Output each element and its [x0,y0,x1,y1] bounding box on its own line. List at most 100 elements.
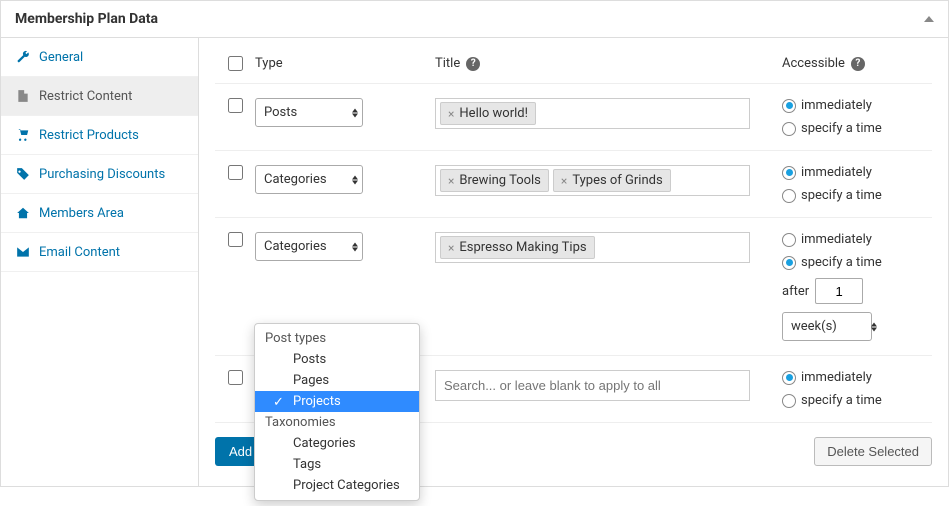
type-select[interactable]: Categories [255,232,363,261]
type-select[interactable]: Categories [255,165,363,194]
title-token-input[interactable] [435,370,750,401]
remove-token-icon[interactable]: × [448,174,454,188]
row-checkbox[interactable] [228,98,243,113]
title-token-input[interactable]: × Brewing Tools × Types of Grinds [435,165,750,196]
sidebar: General Restrict Content Restrict Produc… [1,38,199,486]
type-select-value: Categories [264,239,327,254]
cart-icon [15,127,31,143]
radio-label: specify a time [801,393,882,408]
type-select[interactable]: Posts [255,98,363,127]
rule-row: Posts ×Hello world! immediately specify … [215,84,932,151]
home-icon [15,205,31,221]
dropdown-option-posts[interactable]: Posts [255,349,419,370]
access-options: immediately specify a time [782,370,882,408]
token[interactable]: × Types of Grinds [553,169,671,192]
radio-label: specify a time [801,188,882,203]
radio-specify[interactable]: specify a time [782,255,882,270]
wrench-icon [15,49,31,65]
dropdown-option-project-categories[interactable]: Project Categories [255,475,419,496]
unit-select[interactable]: week(s) [782,312,882,341]
unit-select-value: week(s) [791,319,837,334]
title-token-input[interactable]: ×Hello world! [435,98,750,129]
radio-label: immediately [801,370,872,385]
radio-label: immediately [801,165,872,180]
header-title: Title ? [435,56,782,71]
radio-specify[interactable]: specify a time [782,393,882,408]
access-options: immediately specify a time [782,165,882,203]
remove-token-icon[interactable]: × [561,174,567,188]
radio-icon [782,256,796,270]
rule-row: Categories × Brewing Tools × Types of Grin… [215,151,932,218]
check-icon: ✓ [273,395,284,410]
mail-icon [15,244,31,260]
dropdown-group-label: Taxonomies [255,412,419,433]
sidebar-item-purchasing-discounts[interactable]: Purchasing Discounts [1,155,198,194]
sidebar-item-label: Purchasing Discounts [39,167,165,182]
radio-label: specify a time [801,121,882,136]
token-label: Types of Grinds [572,173,662,188]
collapse-toggle-icon[interactable] [924,16,934,22]
radio-icon [782,189,796,203]
caret-icon [352,175,358,184]
token-label: Brewing Tools [459,173,541,188]
radio-immediately[interactable]: immediately [782,370,882,385]
radio-icon [782,99,796,113]
header-accessible-label: Accessible [782,56,845,71]
row-checkbox[interactable] [228,370,243,385]
radio-immediately[interactable]: immediately [782,232,882,247]
type-select-value: Posts [264,105,297,120]
sidebar-item-members-area[interactable]: Members Area [1,194,198,233]
dropdown-option-label: Projects [293,394,341,409]
delete-selected-button[interactable]: Delete Selected [814,437,932,466]
type-dropdown[interactable]: Post types Posts Pages ✓ Projects Taxonom… [254,323,420,501]
token[interactable]: × Espresso Making Tips [440,236,595,259]
radio-specify[interactable]: specify a time [782,121,882,136]
radio-icon [782,394,796,408]
radio-label: immediately [801,232,872,247]
token[interactable]: ×Hello world! [440,102,536,125]
panel-title: Membership Plan Data [15,11,158,27]
help-icon[interactable]: ? [466,57,480,71]
table-header-row: Type Title ? Accessible ? [215,52,932,84]
remove-token-icon[interactable]: × [448,241,454,255]
select-all-checkbox[interactable] [228,56,243,71]
radio-immediately[interactable]: immediately [782,98,882,113]
token-label: Espresso Making Tips [459,240,586,255]
sidebar-item-email-content[interactable]: Email Content [1,233,198,272]
remove-token-icon[interactable]: × [448,107,454,121]
radio-icon [782,122,796,136]
sidebar-item-restrict-content[interactable]: Restrict Content [1,77,198,116]
radio-label: immediately [801,98,872,113]
row-checkbox[interactable] [228,232,243,247]
dropdown-option-pages[interactable]: Pages [255,370,419,391]
sidebar-item-label: Email Content [39,245,120,260]
sidebar-item-label: Members Area [39,206,124,221]
help-icon[interactable]: ? [851,57,865,71]
panel-header: Membership Plan Data [1,1,948,38]
sidebar-item-restrict-products[interactable]: Restrict Products [1,116,198,155]
dropdown-option-categories[interactable]: Categories [255,433,419,454]
header-title-label: Title [435,56,460,71]
radio-immediately[interactable]: immediately [782,165,882,180]
row-checkbox[interactable] [228,165,243,180]
radio-specify[interactable]: specify a time [782,188,882,203]
tag-icon [15,166,31,182]
header-type: Type [255,56,435,71]
token[interactable]: × Brewing Tools [440,169,549,192]
radio-icon [782,166,796,180]
after-value-input[interactable] [815,278,863,304]
radio-icon [782,371,796,385]
title-search-input[interactable] [440,374,745,397]
after-label: after [782,284,809,299]
caret-icon [871,322,877,331]
sidebar-item-label: General [39,50,83,65]
radio-label: specify a time [801,255,882,270]
title-token-input[interactable]: × Espresso Making Tips [435,232,750,263]
access-options: immediately specify a time [782,98,882,136]
dropdown-group-label: Post types [255,328,419,349]
dropdown-option-projects[interactable]: ✓ Projects [255,391,419,412]
dropdown-option-tags[interactable]: Tags [255,454,419,475]
type-select-value: Categories [264,172,327,187]
document-icon [15,88,31,104]
sidebar-item-general[interactable]: General [1,38,198,77]
